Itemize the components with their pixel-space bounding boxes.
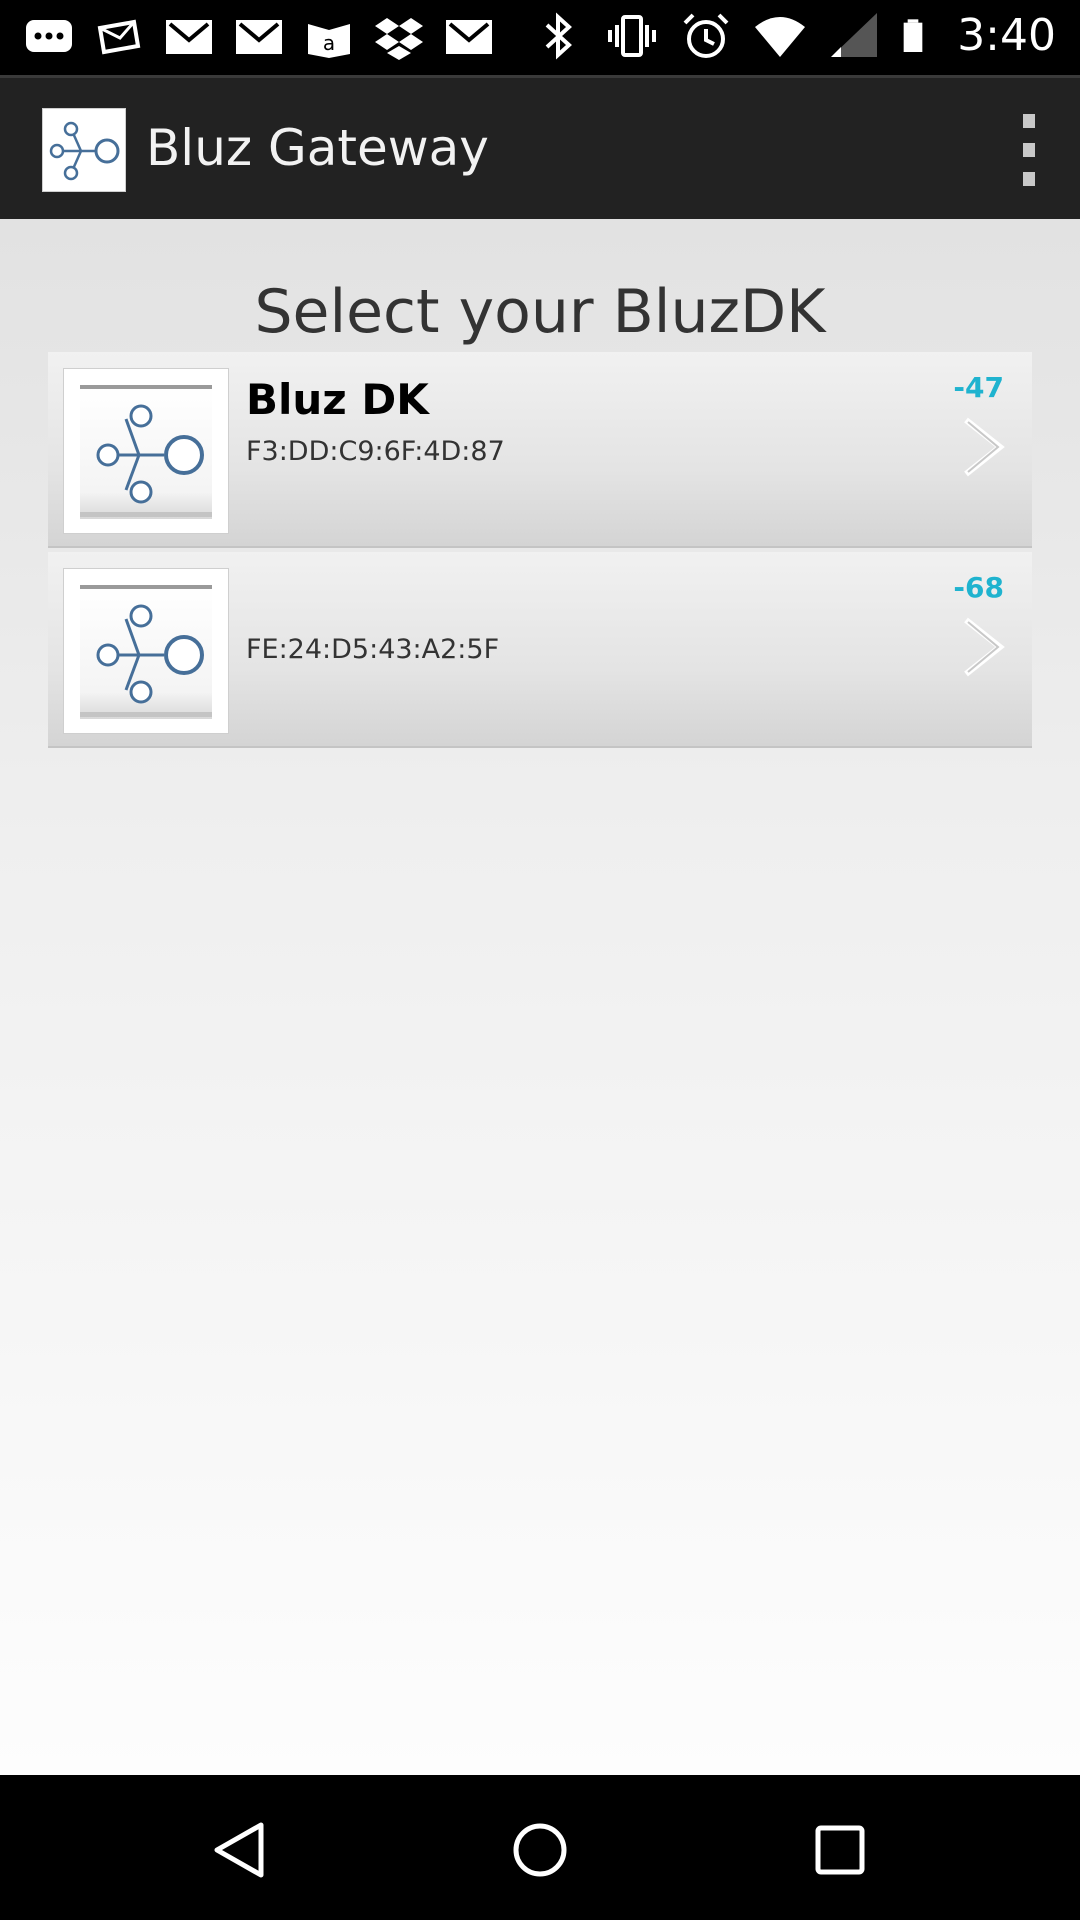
gmail-icon [166,20,212,54]
overflow-menu-button[interactable] [1004,108,1052,192]
alarm-icon [683,13,729,58]
navigation-bar [0,1775,1080,1920]
wifi-icon [755,17,806,57]
device-name: Bluz DK [246,375,429,424]
app-title: Bluz Gateway [146,119,489,177]
dropbox-icon [375,18,423,60]
signal-strength: -47 [953,371,1004,404]
gmail-icon [236,20,282,54]
vibrate-icon [608,15,657,57]
email-icon [97,19,141,55]
notification-icons: a [22,10,496,64]
device-mac-address: FE:24:D5:43:A2:5F [246,634,500,665]
device-thumbnail [63,568,229,734]
gmail-icon [446,20,492,54]
back-icon[interactable] [205,1815,275,1885]
overflow-menu-icon [1023,143,1035,157]
device-list-item[interactable]: Bluz DK F3:DD:C9:6F:4D:87 -47 [48,352,1032,548]
status-bar: a 3:40 [0,0,1080,75]
battery-icon [903,19,923,52]
chevron-right-icon [964,417,1005,477]
device-list-screen: Select your BluzDK Bluz DK F3:DD:C9:6F:4… [0,219,1080,1775]
signal-strength: -68 [953,571,1004,604]
system-icons: 3:40 [531,6,1056,66]
network-node-icon [80,385,212,519]
home-icon[interactable] [505,1815,575,1885]
svg-text:a: a [323,31,335,55]
messaging-icon [26,20,72,52]
network-node-icon [80,585,212,719]
device-thumbnail [63,368,229,534]
screen: a 3:40 Bluz Gateway Select your BluzDK B… [0,0,1080,1920]
device-mac-address: F3:DD:C9:6F:4D:87 [246,436,505,467]
app-logo-icon[interactable] [42,108,126,192]
overflow-menu-icon [1023,172,1035,186]
device-list-item[interactable]: FE:24:D5:43:A2:5F -68 [48,552,1032,748]
network-node-icon [49,121,120,181]
clock: 3:40 [957,10,1056,61]
overflow-menu-icon [1023,114,1035,128]
amazon-kindle-icon: a [308,24,350,58]
chevron-right-icon [964,617,1005,677]
recent-apps-icon[interactable] [805,1815,875,1885]
page-title: Select your BluzDK [254,277,826,347]
bluetooth-icon [545,12,573,60]
action-bar: Bluz Gateway [0,75,1080,219]
cell-signal-icon [831,13,878,57]
